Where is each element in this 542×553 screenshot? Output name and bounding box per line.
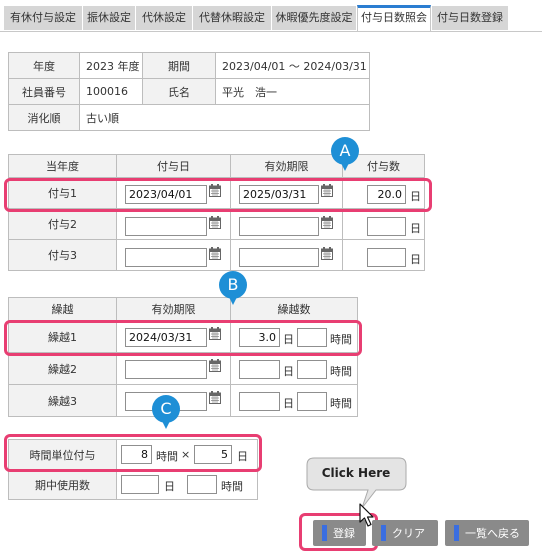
highlight-hourly-grant <box>4 434 262 472</box>
calendar-icon[interactable] <box>209 391 221 404</box>
hour-unit: 時間 <box>330 397 352 410</box>
fiscal-year-label: 年度 <box>8 52 80 79</box>
grant-2-days-input[interactable] <box>367 217 406 236</box>
name-label: 氏名 <box>142 78 216 105</box>
callout-b: B <box>219 271 247 305</box>
tab-alternative-leave-settings[interactable]: 代替休暇設定 <box>193 6 271 30</box>
calendar-icon[interactable] <box>209 216 221 229</box>
back-to-list-button-label: 一覧へ戻る <box>465 527 520 540</box>
tab-grant-days-registration[interactable]: 付与日数登録 <box>432 6 508 30</box>
name-value: 平光 浩一 <box>215 78 370 105</box>
tab-paid-leave-settings[interactable]: 有休付与設定 <box>4 6 82 30</box>
calendar-icon[interactable] <box>209 247 221 260</box>
calendar-icon[interactable] <box>209 359 221 372</box>
register-button-label: 登録 <box>333 527 355 540</box>
grant-header-year: 当年度 <box>8 154 117 178</box>
period-label: 期間 <box>142 52 216 79</box>
hours-unit: 時間 <box>221 480 243 493</box>
carry-row-3-label: 繰越3 <box>8 384 117 417</box>
carry-row-2-label: 繰越2 <box>8 352 117 385</box>
day-unit: 日 <box>410 222 421 235</box>
period-value: 2023/04/01 ～ 2024/03/31 <box>215 52 370 79</box>
button-marker <box>454 525 459 541</box>
clear-button-label: クリア <box>392 527 425 540</box>
carry-header-expiry: 有効期限 <box>116 297 231 321</box>
employee-no-value: 100016 <box>79 78 143 105</box>
used-during-period-label: 期中使用数 <box>8 469 117 500</box>
tab-substitute-holiday-settings[interactable]: 振休設定 <box>83 6 135 30</box>
day-unit: 日 <box>283 365 294 378</box>
grant-header-expiry: 有効期限 <box>230 154 343 178</box>
tab-leave-priority-settings[interactable]: 休暇優先度設定 <box>272 6 356 30</box>
highlight-carry-1 <box>4 320 362 356</box>
tooltip-text: Click Here <box>321 466 391 480</box>
grant-2-date-input[interactable] <box>125 217 207 236</box>
carry-3-days-input[interactable] <box>239 392 280 411</box>
tab-bar: 有休付与設定 振休設定 代休設定 代替休暇設定 休暇優先度設定 付与日数照会 付… <box>0 0 542 32</box>
hour-unit: 時間 <box>330 365 352 378</box>
days-unit: 日 <box>164 480 175 493</box>
grant-3-date-input[interactable] <box>125 248 207 267</box>
carry-2-days-input[interactable] <box>239 360 280 379</box>
carry-3-hours-input[interactable] <box>297 392 327 411</box>
button-marker <box>381 525 386 541</box>
calendar-icon[interactable] <box>321 216 333 229</box>
callout-a: A <box>331 137 359 171</box>
highlight-grant-1 <box>4 178 432 212</box>
employee-no-label: 社員番号 <box>8 78 80 105</box>
tab-grant-days-inquiry[interactable]: 付与日数照会 <box>357 5 431 31</box>
grant-3-days-input[interactable] <box>367 248 406 267</box>
grant-3-expiry-input[interactable] <box>239 248 319 267</box>
callout-c: C <box>152 395 180 429</box>
button-marker <box>322 525 327 541</box>
carry-header-amount: 繰越数 <box>230 297 358 321</box>
used-days-input[interactable] <box>121 475 159 494</box>
carry-2-hours-input[interactable] <box>297 360 327 379</box>
tooltip-bubble <box>306 457 407 509</box>
consume-order-label: 消化順 <box>8 104 80 131</box>
back-to-list-button[interactable]: 一覧へ戻る <box>445 520 529 546</box>
consume-order-value: 古い順 <box>79 104 370 131</box>
tab-compensatory-leave-settings[interactable]: 代休設定 <box>136 6 192 30</box>
grant-2-expiry-input[interactable] <box>239 217 319 236</box>
grant-row-3-label: 付与3 <box>8 239 117 271</box>
mouse-cursor-icon <box>359 503 374 527</box>
used-hours-input[interactable] <box>187 475 217 494</box>
fiscal-year-value: 2023 年度 <box>79 52 143 79</box>
day-unit: 日 <box>283 397 294 410</box>
grant-row-2-label: 付与2 <box>8 208 117 240</box>
day-unit: 日 <box>410 253 421 266</box>
carry-2-expiry-input[interactable] <box>125 360 207 379</box>
grant-header-date: 付与日 <box>116 154 231 178</box>
carry-header-label: 繰越 <box>8 297 117 321</box>
calendar-icon[interactable] <box>321 247 333 260</box>
clear-button[interactable]: クリア <box>372 520 438 546</box>
